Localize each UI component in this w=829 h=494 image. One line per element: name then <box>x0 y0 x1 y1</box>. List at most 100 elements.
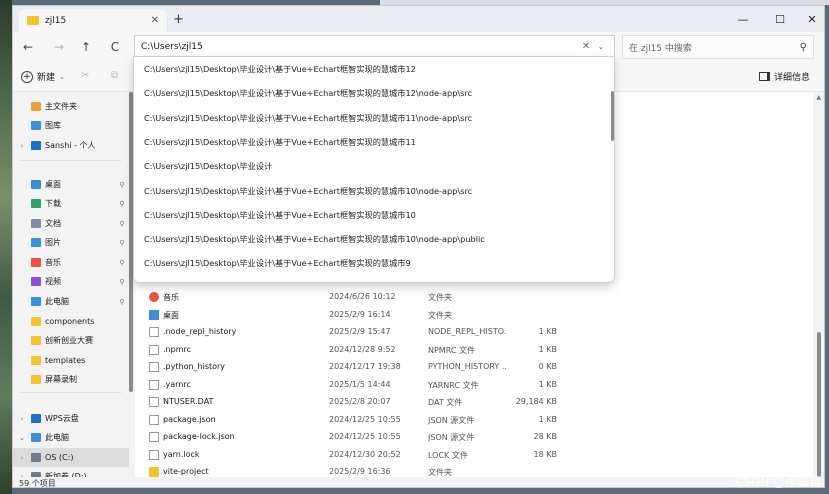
minimize-button[interactable]: — <box>730 6 756 32</box>
sidebar-item[interactable]: 视频 ⚲ <box>13 272 129 291</box>
chevron-down-icon[interactable]: ⌄ <box>594 42 608 51</box>
sidebar-item-label: 下载 <box>45 199 61 208</box>
clear-icon[interactable]: ✕ <box>578 41 594 52</box>
file-row[interactable]: .yarnrc 2025/1/5 14:44 YARNRC 文件 1 KB <box>135 376 813 393</box>
pictures-icon <box>31 238 41 247</box>
sidebar-item[interactable]: 主文件夹 <box>13 97 129 116</box>
this-pc-icon <box>31 297 41 306</box>
file-type: 文件夹 <box>428 293 452 302</box>
file-date: 2025/2/9 15:47 <box>329 327 391 336</box>
file-size: 1 KB <box>538 344 557 354</box>
sidebar-item-label: 视频 <box>45 277 61 286</box>
sidebar-item[interactable]: 桌面 ⚲ <box>13 175 129 194</box>
address-suggestion[interactable]: C:\Users\zjl15\Desktop\毕业设计\基于Vue+Echart… <box>144 112 472 130</box>
file-name: vite-project <box>163 467 209 476</box>
file-list-scrollbar[interactable] <box>816 92 822 477</box>
desktop-background <box>0 0 12 494</box>
file-row[interactable]: .node_repl_history 2025/2/9 15:47 NODE_REP… <box>135 323 813 340</box>
address-input[interactable]: C:\Users\zjl15 <box>141 42 578 52</box>
copy-icon[interactable]: ⧉ <box>111 70 118 81</box>
folder-icon <box>31 375 41 384</box>
file-type: NODE_REPL_HISTO... <box>428 327 506 336</box>
address-suggestion[interactable]: C:\Users\zjl15\Desktop\毕业设计\基于Vue+Echart… <box>144 63 416 81</box>
file-type: YARNRC 文件 <box>428 380 479 390</box>
forward-button[interactable]: → <box>49 37 69 57</box>
address-suggestion[interactable]: C:\Users\zjl15\Desktop\毕业设计\基于Vue+Echart… <box>144 136 416 154</box>
music-icon <box>31 258 41 267</box>
address-suggestion[interactable]: C:\Users\zjl15\Desktop\毕业设计\基于Vue+Echart… <box>144 209 416 227</box>
sidebar-item[interactable]: ⌄ 此电脑 <box>13 428 129 447</box>
chevron-icon[interactable]: › <box>13 454 31 462</box>
sidebar-item[interactable]: 此电脑 ⚲ <box>13 292 129 311</box>
sidebar-separator <box>21 392 121 393</box>
new-label: 新建 <box>37 73 56 83</box>
sidebar-item[interactable]: 下载 ⚲ <box>13 194 129 213</box>
back-button[interactable]: ← <box>18 37 38 57</box>
file-row[interactable]: NTUSER.DAT 2025/2/8 20:07 DAT 文件 29,184 KB <box>135 393 813 410</box>
address-suggestion[interactable]: C:\Users\zjl15\Desktop\毕业设计 <box>144 160 272 178</box>
sidebar-item-label: Sanshi - 个人 <box>45 141 96 150</box>
file-row[interactable]: .npmrc 2024/12/28 9:52 NPMRC 文件 1 KB <box>135 341 813 358</box>
sidebar-item[interactable]: 图库 <box>13 116 129 135</box>
sidebar-item-label: 主文件夹 <box>45 102 77 111</box>
file-date: 2025/2/9 16:36 <box>329 467 391 476</box>
refresh-button[interactable]: C <box>105 37 125 57</box>
plus-icon: + <box>21 70 33 83</box>
address-suggestion[interactable]: C:\Users\zjl15\Desktop\毕业设计\基于Vue+Echart… <box>144 185 472 203</box>
sidebar-item-label: 创新创业大赛 <box>45 336 93 345</box>
address-suggestion[interactable]: C:\Users\zjl15\Desktop\毕业设计\基于Vue+Echart… <box>144 257 411 275</box>
maximize-button[interactable]: ☐ <box>767 6 793 32</box>
address-suggestion[interactable]: C:\Users\zjl15\Desktop\毕业设计\基于Vue+Echart… <box>144 233 485 251</box>
new-tab-button[interactable]: + <box>173 12 184 27</box>
search-box[interactable]: 在 zjl15 中搜索 ⚲ <box>622 35 814 59</box>
sidebar-item[interactable]: › OS (C:) <box>13 448 129 467</box>
file-date: 2024/12/25 10:55 <box>329 432 401 441</box>
dropdown-scrollbar[interactable] <box>611 91 614 141</box>
sidebar-item[interactable]: 图片 ⚲ <box>13 233 129 252</box>
file-size: 1 KB <box>538 414 557 424</box>
sidebar-item[interactable]: templates <box>13 351 129 370</box>
file-row[interactable]: package-lock.json 2024/12/25 10:55 JSON 源文… <box>135 428 813 445</box>
sidebar-item[interactable]: › WPS云盘 <box>13 409 129 428</box>
pin-icon: ⚲ <box>119 277 125 286</box>
drive-icon <box>31 453 41 462</box>
address-suggestions-dropdown: C:\Users\zjl15\Desktop\毕业设计\基于Vue+Echart… <box>133 56 615 283</box>
tab-zjl15[interactable]: zjl15 ✕ <box>19 9 167 32</box>
file-row[interactable]: .python_history 2024/12/17 19:38 PYTHON_HI… <box>135 358 813 375</box>
sidebar-item[interactable]: 音乐 ⚲ <box>13 253 129 272</box>
up-button[interactable]: ↑ <box>76 37 96 57</box>
new-button[interactable]: + 新建 ⌄ <box>21 70 65 83</box>
sidebar-item-label: 文档 <box>45 219 61 228</box>
chevron-icon[interactable]: › <box>13 415 31 423</box>
sidebar-item[interactable]: components <box>13 312 129 331</box>
desktop-icon <box>31 180 41 189</box>
file-icon <box>149 379 159 390</box>
scroll-up-icon[interactable]: ▲ <box>816 94 821 101</box>
file-row[interactable]: package.json 2024/12/25 10:55 JSON 源文件 1 KB <box>135 411 813 428</box>
details-label: 详细信息 <box>773 73 810 83</box>
scrollbar-thumb[interactable] <box>817 332 821 477</box>
sidebar-item[interactable]: › Sanshi - 个人 <box>13 136 129 155</box>
desktop-icon <box>149 309 159 320</box>
chevron-icon[interactable]: ⌄ <box>13 434 31 442</box>
address-suggestion[interactable]: C:\Users\zjl15\Desktop\毕业设计\基于Vue+Echart… <box>144 87 472 105</box>
file-name: .yarnrc <box>163 379 191 389</box>
music-icon <box>149 292 159 302</box>
tab-close-icon[interactable]: ✕ <box>151 15 159 26</box>
sidebar-item-label: 屏幕录制 <box>45 375 77 384</box>
search-input[interactable]: 在 zjl15 中搜索 <box>629 41 800 54</box>
cut-icon[interactable]: ✂ <box>81 70 89 81</box>
sidebar-separator <box>21 160 121 161</box>
close-button[interactable]: ✕ <box>799 6 824 32</box>
chevron-icon[interactable]: › <box>13 142 31 150</box>
file-row[interactable]: 桌面 2025/2/9 16:14 文件夹 <box>135 306 813 323</box>
file-row[interactable]: yarn.lock 2024/12/30 20:52 LOCK 文件 18 KB <box>135 446 813 463</box>
title-bar: zjl15 ✕ + — ☐ ✕ <box>13 6 824 32</box>
sidebar-item[interactable]: 创新创业大赛 <box>13 331 129 350</box>
file-row[interactable]: 音乐 2024/6/26 10:12 文件夹 <box>135 288 813 305</box>
sidebar-item[interactable]: 文档 ⚲ <box>13 214 129 233</box>
file-type: PYTHON_HISTORY ... <box>428 362 506 371</box>
sidebar-item[interactable]: 屏幕录制 <box>13 370 129 389</box>
details-button[interactable]: 详细信息 <box>758 70 810 83</box>
file-type: JSON 源文件 <box>428 433 475 442</box>
